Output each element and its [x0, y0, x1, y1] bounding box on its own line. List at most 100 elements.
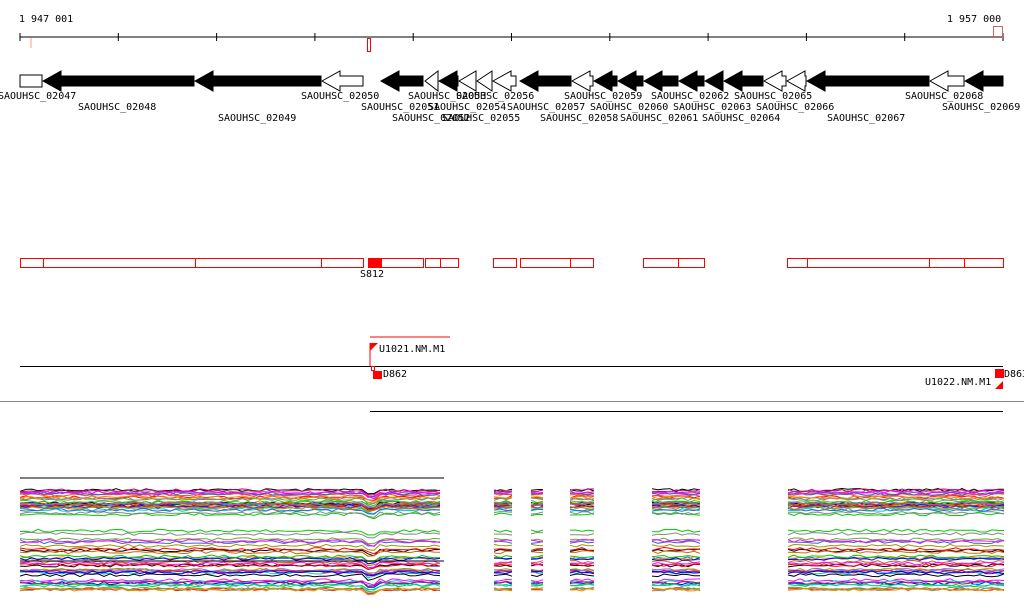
gene-arrow	[476, 70, 493, 92]
gene-label[interactable]: SAOUHSC_02069	[942, 102, 1020, 113]
feature-box	[787, 258, 808, 268]
gene-arrow	[616, 70, 644, 92]
gene-label[interactable]: SAOUHSC_02050	[301, 92, 379, 102]
expression-line	[493, 543, 513, 547]
expression-line	[787, 543, 1005, 548]
expression-line	[570, 529, 595, 532]
expression-line	[19, 537, 441, 545]
gene-arrow	[19, 74, 43, 88]
gene-label[interactable]: SAOUHSC_02055	[442, 114, 520, 124]
expression-line	[493, 568, 513, 571]
gene-label[interactable]: SAOUHSC_02064	[702, 114, 780, 124]
gene-label[interactable]: SAOUHSC_02063	[673, 102, 751, 113]
gene-label[interactable]: SAOUHSC_02065	[734, 92, 812, 102]
feature-box	[43, 258, 196, 268]
expression-line	[787, 531, 1005, 536]
feature-box	[807, 258, 930, 268]
gene-label[interactable]: SAOUHSC_02049	[218, 114, 296, 124]
gene-arrow	[491, 70, 517, 92]
expression-line	[493, 512, 513, 516]
expression-line	[530, 573, 544, 578]
ruler-marker	[993, 26, 1003, 38]
gene-arrow	[424, 69, 439, 93]
gene-arrow	[762, 70, 787, 92]
marker-d862	[373, 371, 382, 379]
feature-label: S812	[360, 269, 385, 280]
expression-line	[530, 499, 544, 504]
gene-arrow	[193, 70, 322, 92]
expression-line	[530, 531, 544, 535]
expression-line	[530, 529, 544, 533]
expression-line	[651, 528, 701, 533]
expression-line	[530, 543, 544, 547]
feature-box	[520, 258, 571, 268]
expression-line	[530, 513, 544, 517]
feature-box	[493, 258, 517, 268]
expression-line	[787, 550, 1005, 555]
expression-line	[530, 551, 544, 554]
feature-box	[195, 258, 322, 268]
gene-arrow	[642, 70, 679, 92]
ruler-marker	[367, 38, 371, 52]
marker-d863	[995, 369, 1004, 378]
feature-box	[440, 258, 459, 268]
gene-arrow	[320, 70, 364, 92]
feature-box	[20, 258, 44, 268]
expression-line	[651, 532, 701, 536]
feature-box	[570, 258, 594, 268]
gene-label[interactable]: SAOUHSC_02047	[0, 92, 76, 102]
gene-arrow	[963, 70, 1004, 92]
gene-arrow	[41, 70, 195, 92]
feature-box	[425, 258, 441, 268]
expression-line	[19, 512, 441, 520]
expression-line	[787, 528, 1005, 533]
transcript-flag	[995, 381, 1003, 389]
gene-arrow	[592, 70, 618, 92]
feature-box	[643, 258, 679, 268]
gene-label[interactable]: SAOUHSC_02054	[428, 102, 506, 113]
ruler-marker	[30, 38, 32, 48]
gene-label[interactable]: SAOUHSC_02059	[564, 92, 642, 102]
gene-arrow	[458, 70, 477, 92]
gene-label[interactable]: SAOUHSC_02061	[620, 114, 698, 124]
gene-arrow	[722, 70, 764, 92]
gene-label[interactable]: SAOUHSC_02048	[78, 102, 156, 113]
expression-line	[493, 511, 513, 514]
ruler-start-label: 1 947 001	[19, 14, 74, 25]
gene-label[interactable]: SAOUHSC_02058	[540, 114, 618, 124]
expression-line	[569, 544, 595, 548]
gene-label[interactable]: SAOUHSC_02067	[827, 114, 905, 124]
expression-line	[493, 529, 513, 533]
marker-d862-stem	[371, 366, 375, 371]
gene-label[interactable]: SAOUHSC_02057	[507, 102, 585, 113]
gene-label[interactable]: SAOUHSC_02068	[905, 92, 983, 102]
feature-box	[929, 258, 965, 268]
ruler-end-label: 1 957 000	[947, 14, 1002, 25]
transcript-lower-label: U1022.NM.M1	[925, 377, 992, 388]
expression-line	[530, 511, 544, 515]
feature-box-selected	[368, 258, 381, 268]
transcript-upper-label: U1021.NM.M1	[379, 344, 446, 355]
expression-line	[493, 578, 513, 582]
expression-line	[651, 540, 701, 544]
expression-line	[493, 507, 513, 512]
expression-line	[493, 573, 513, 577]
expression-line	[570, 533, 595, 536]
gene-label[interactable]: SAOUHSC_02066	[756, 102, 834, 113]
feature-box	[964, 258, 1004, 268]
gene-label[interactable]: SAOUHSC_02056	[456, 92, 534, 102]
marker-label-d862: D862	[383, 369, 408, 380]
expression-line	[651, 550, 701, 555]
gene-arrow	[437, 70, 459, 92]
gene-label[interactable]: SAOUHSC_02062	[651, 92, 729, 102]
gene-label[interactable]: SAOUHSC_02060	[590, 102, 668, 113]
gene-arrow	[703, 70, 724, 92]
expression-line	[494, 557, 513, 560]
expression-line	[19, 543, 441, 551]
expression-line	[569, 573, 595, 577]
gene-arrow	[570, 70, 594, 92]
expression-line	[787, 510, 1005, 515]
gene-arrow	[518, 70, 572, 92]
expression-line	[493, 550, 513, 555]
feature-box	[678, 258, 705, 268]
